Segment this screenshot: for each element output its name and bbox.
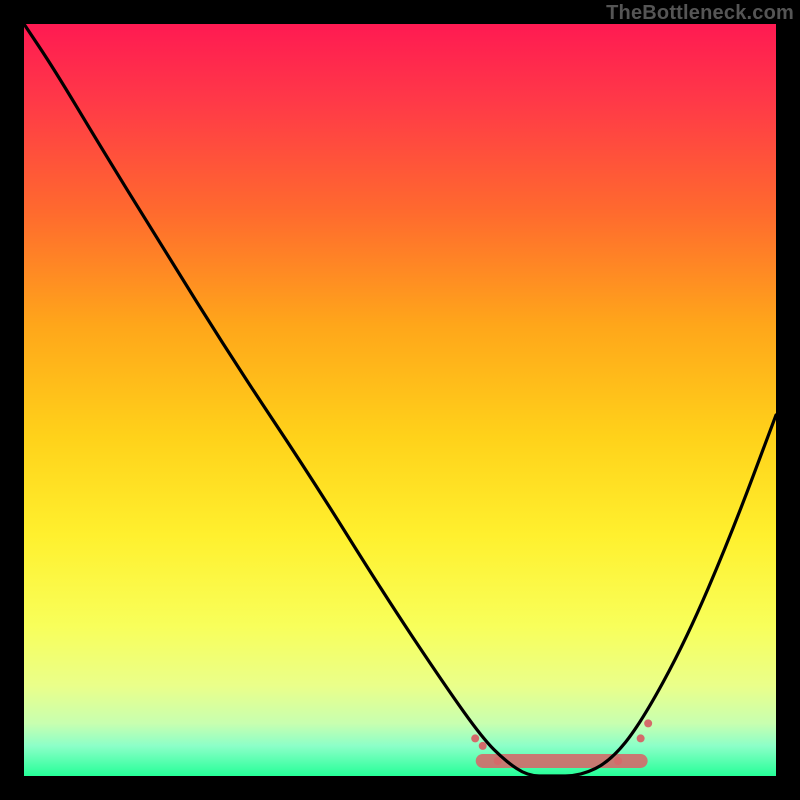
highlight-dot bbox=[471, 734, 479, 742]
highlight-dot bbox=[479, 742, 487, 750]
watermark-text: TheBottleneck.com bbox=[606, 2, 794, 25]
highlight-dot bbox=[644, 719, 652, 727]
curve-layer bbox=[24, 24, 776, 776]
bottleneck-curve bbox=[24, 24, 776, 776]
highlight-dot bbox=[494, 757, 502, 765]
highlight-dot bbox=[614, 757, 622, 765]
highlight-dot bbox=[637, 734, 645, 742]
chart-frame bbox=[24, 24, 776, 776]
